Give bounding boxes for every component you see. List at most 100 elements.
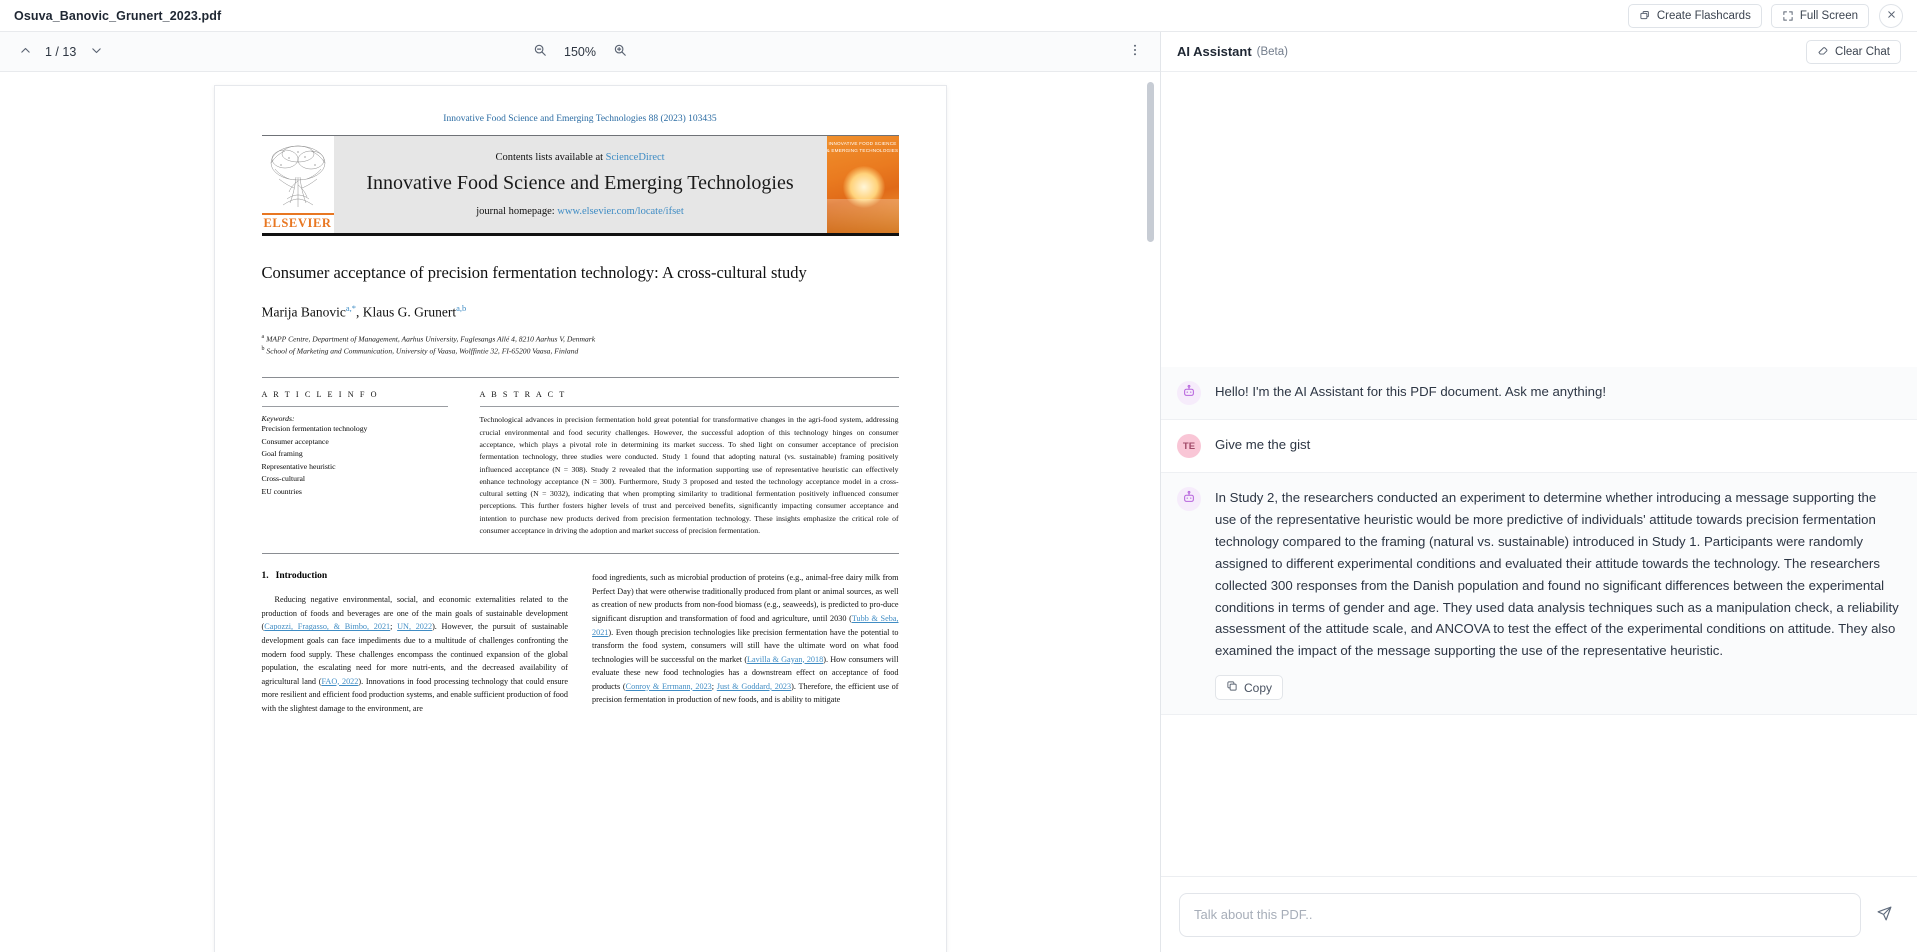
citation-link[interactable]: Conroy & Errmann, 2023 xyxy=(626,682,712,691)
introduction-section: 1. Introduction Reducing negative environ… xyxy=(262,571,899,723)
author-1-name: Marija Banovic xyxy=(261,304,346,320)
previous-page-button[interactable] xyxy=(14,41,36,63)
more-options-button[interactable] xyxy=(1124,41,1146,63)
chat-message-bot-greeting: Hello! I'm the AI Assistant for this PDF… xyxy=(1161,367,1917,420)
create-flashcards-label: Create Flashcards xyxy=(1656,9,1751,22)
close-icon xyxy=(1886,8,1897,23)
full-screen-button[interactable]: Full Screen xyxy=(1770,3,1869,28)
article-info-heading: A R T I C L E I N F O xyxy=(261,390,379,400)
introduction-paragraph-right: food ingredients, such as microbial prod… xyxy=(592,571,899,706)
copy-icon xyxy=(1226,680,1238,695)
affiliation-a: a MAPP Centre, Department of Management,… xyxy=(262,333,899,345)
ai-panel-header: AI Assistant (Beta) Clear Chat xyxy=(1161,32,1917,72)
top-bar: Osuva_Banovic_Grunert_2023.pdf Create Fl… xyxy=(0,0,1917,32)
journal-masthead: ELSEVIER Contents lists available at Sci… xyxy=(261,135,899,233)
pdf-scroll-area[interactable]: Innovative Food Science and Emerging Tec… xyxy=(0,72,1160,952)
flashcard-icon xyxy=(1639,10,1651,22)
contents-available-line: Contents lists available at ScienceDirec… xyxy=(495,152,664,163)
journal-homepage-link[interactable]: www.elsevier.com/locate/ifset xyxy=(557,206,683,217)
abstract-rule xyxy=(479,406,899,408)
viewer-toolbar: 1 / 13 150% xyxy=(0,32,1160,72)
cover-art-title: INNOVATIVE FOOD SCIENCE & EMERGING TECHN… xyxy=(826,141,899,153)
journal-homepage-line: journal homepage: www.elsevier.com/locat… xyxy=(476,206,684,217)
chat-top-spacer xyxy=(1161,72,1917,367)
avatar-assistant xyxy=(1177,487,1201,511)
citation-link[interactable]: Lavilla & Gayan, 2018 xyxy=(747,655,823,664)
affiliation-b-text: School of Marketing and Communication, U… xyxy=(266,346,579,356)
pdf-scrollbar-thumb[interactable] xyxy=(1147,82,1154,242)
chat-message-user: TE Give me the gist xyxy=(1161,420,1917,473)
pdf-viewer: 1 / 13 150% Innovative Food Science and … xyxy=(0,32,1160,952)
paper-title: Consumer acceptance of precision ferment… xyxy=(261,263,807,282)
abstract-text: Technological advances in precision ferm… xyxy=(479,415,899,536)
send-message-button[interactable] xyxy=(1869,900,1899,930)
keyword-item: Representative heuristic xyxy=(261,461,336,471)
journal-name: Innovative Food Science and Emerging Tec… xyxy=(366,172,794,194)
pdf-scrollbar-track[interactable] xyxy=(1147,76,1157,948)
ai-panel-title: AI Assistant xyxy=(1177,44,1252,59)
keyword-item: Consumer acceptance xyxy=(261,436,329,446)
chevron-down-icon xyxy=(90,44,103,60)
toolbar-right xyxy=(1124,41,1146,63)
abstract-bottom-rule xyxy=(261,553,899,555)
journal-running-head: Innovative Food Science and Emerging Tec… xyxy=(443,114,717,124)
introduction-number: 1. xyxy=(261,571,269,582)
introduction-paragraph-left: Reducing negative environmental, social,… xyxy=(262,593,569,715)
affiliation-b: b School of Marketing and Communication,… xyxy=(262,345,899,357)
clear-chat-button[interactable]: Clear Chat xyxy=(1806,39,1901,64)
page-navigation: 1 / 13 xyxy=(14,41,107,63)
zoom-out-button[interactable] xyxy=(529,41,551,63)
elsevier-tree-icon xyxy=(270,145,325,207)
masthead-center: Contents lists available at ScienceDirec… xyxy=(333,136,827,233)
affiliation-a-marker: a xyxy=(261,334,265,341)
keyword-item: EU countries xyxy=(261,486,302,496)
avatar-user: TE xyxy=(1177,434,1201,458)
cover-wave-decoration xyxy=(826,199,899,233)
body-split: 1 / 13 150% Innovative Food Science and … xyxy=(0,32,1917,952)
elsevier-wordmark: ELSEVIER xyxy=(261,213,334,231)
zoom-level: 150% xyxy=(564,44,596,59)
keyword-item: Goal framing xyxy=(261,449,303,459)
keyword-item: Cross-cultural xyxy=(261,474,306,484)
journal-cover-image: INNOVATIVE FOOD SCIENCE & EMERGING TECHN… xyxy=(826,136,899,233)
citation-link[interactable]: FAO, 2022 xyxy=(321,677,358,686)
introduction-title: Introduction xyxy=(275,571,328,582)
affiliations: a MAPP Centre, Department of Management,… xyxy=(262,333,899,357)
author-1-affiliation-marker: a,* xyxy=(345,302,357,313)
chat-message-bot-answer: In Study 2, the researchers conducted an… xyxy=(1161,473,1917,716)
sciencedirect-link[interactable]: ScienceDirect xyxy=(606,152,665,163)
create-flashcards-button[interactable]: Create Flashcards xyxy=(1627,3,1762,28)
homepage-prefix: journal homepage: xyxy=(476,206,558,217)
citation-link[interactable]: Just & Goddard, 2023 xyxy=(717,682,791,691)
chat-composer xyxy=(1161,876,1917,952)
affiliation-b-marker: b xyxy=(261,346,265,353)
article-info-rule xyxy=(261,406,448,408)
chevron-up-icon xyxy=(19,44,32,60)
citation-link[interactable]: Capozzi, Fragasso, & Bimbo, 2021 xyxy=(264,622,390,631)
clear-chat-label: Clear Chat xyxy=(1835,45,1890,58)
keyword-item: Precision fermentation technology xyxy=(261,424,368,434)
close-button[interactable] xyxy=(1879,3,1903,28)
citation-link[interactable]: UN, 2022 xyxy=(397,622,432,631)
chat-input[interactable] xyxy=(1194,907,1846,922)
robot-icon xyxy=(1182,384,1196,403)
kebab-menu-icon xyxy=(1128,43,1142,60)
document-title: Osuva_Banovic_Grunert_2023.pdf xyxy=(14,8,222,23)
copy-message-button[interactable]: Copy xyxy=(1215,675,1284,701)
chat-input-box[interactable] xyxy=(1179,892,1861,937)
masthead-bottom-rule xyxy=(261,233,899,236)
message-text: Hello! I'm the AI Assistant for this PDF… xyxy=(1215,384,1606,399)
pdf-page-1: Innovative Food Science and Emerging Tec… xyxy=(214,86,946,952)
magnifier-minus-icon xyxy=(533,43,547,60)
article-info-section: A R T I C L E I N F O Keywords: Precisio… xyxy=(261,390,448,537)
message-text: In Study 2, the researchers conducted an… xyxy=(1215,490,1899,659)
keywords-label: Keywords: xyxy=(261,414,295,424)
next-page-button[interactable] xyxy=(85,41,107,63)
zoom-in-button[interactable] xyxy=(609,41,631,63)
page-indicator: 1 / 13 xyxy=(45,44,77,59)
abstract-heading: A B S T R A C T xyxy=(479,390,567,400)
chat-message-list[interactable]: Hello! I'm the AI Assistant for this PDF… xyxy=(1161,72,1917,876)
contents-prefix: Contents lists available at xyxy=(495,152,606,163)
zoom-controls: 150% xyxy=(529,41,631,63)
eraser-icon xyxy=(1817,44,1829,59)
